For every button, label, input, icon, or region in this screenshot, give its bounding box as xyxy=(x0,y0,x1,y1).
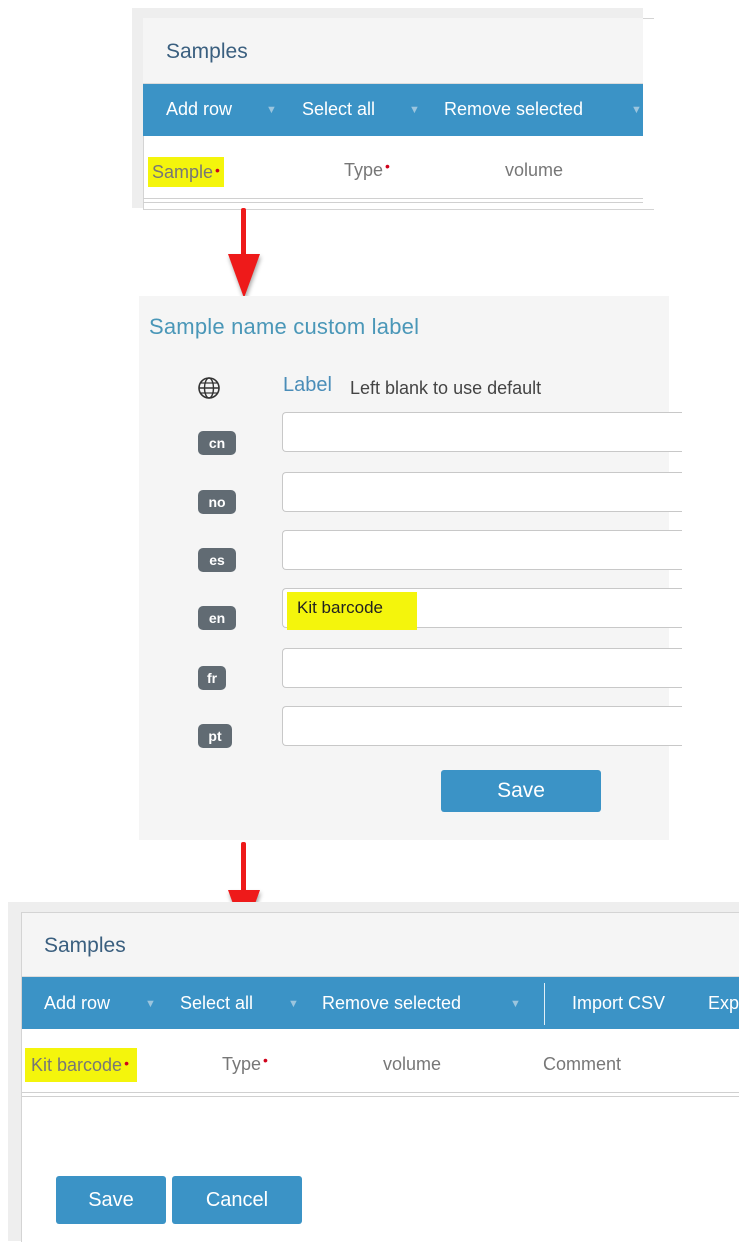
remove-selected-button[interactable]: Remove selected xyxy=(444,99,583,120)
toolbar-separator xyxy=(544,983,545,1025)
lang-badge-es: es xyxy=(198,548,236,572)
lang-badge-pt: pt xyxy=(198,724,232,748)
divider xyxy=(22,1092,739,1093)
divider xyxy=(22,1096,739,1097)
lang-badge-en: en xyxy=(198,606,236,630)
save-button[interactable]: Save xyxy=(56,1176,166,1224)
cancel-button[interactable]: Cancel xyxy=(172,1176,302,1224)
import-csv-button[interactable]: Import CSV xyxy=(572,993,665,1014)
column-header-label: Type xyxy=(222,1054,262,1074)
globe-icon xyxy=(198,377,220,399)
select-all-button[interactable]: Select all xyxy=(302,99,375,120)
required-marker: • xyxy=(124,1055,129,1071)
label-input-fr[interactable] xyxy=(282,648,682,688)
required-marker: • xyxy=(215,162,220,178)
chevron-down-icon[interactable]: ▼ xyxy=(288,998,299,1010)
column-header-label: Kit barcode xyxy=(31,1055,123,1075)
label-input-en[interactable] xyxy=(282,588,682,628)
remove-selected-button[interactable]: Remove selected xyxy=(322,993,461,1014)
panel-title: Samples xyxy=(44,934,126,957)
panel-title: Samples xyxy=(166,40,248,63)
add-row-button[interactable]: Add row xyxy=(44,993,110,1014)
label-input-es[interactable] xyxy=(282,530,682,570)
divider xyxy=(143,202,643,203)
column-header-volume: volume xyxy=(383,1054,442,1074)
chevron-down-icon[interactable]: ▼ xyxy=(510,998,521,1010)
chevron-down-icon[interactable]: ▼ xyxy=(631,104,642,116)
required-marker: • xyxy=(263,1052,268,1068)
select-all-button[interactable]: Select all xyxy=(180,993,253,1014)
column-header-type: Type • xyxy=(222,1052,268,1075)
export-button[interactable]: Exp xyxy=(708,993,739,1014)
chevron-down-icon[interactable]: ▼ xyxy=(266,104,277,116)
arrow-down-icon xyxy=(241,208,246,258)
column-header-label: Sample xyxy=(152,162,214,182)
label-input-cn[interactable] xyxy=(282,412,682,452)
label-input-pt[interactable] xyxy=(282,706,682,746)
chevron-down-icon[interactable]: ▼ xyxy=(145,998,156,1010)
chevron-down-icon[interactable]: ▼ xyxy=(409,104,420,116)
arrow-down-icon xyxy=(241,842,246,894)
column-header-comment: Comment xyxy=(543,1054,622,1074)
lang-badge-cn: cn xyxy=(198,431,236,455)
arrow-head-icon xyxy=(228,254,260,298)
lang-badge-fr: fr xyxy=(198,666,226,690)
label-heading: Label xyxy=(283,374,332,396)
column-header-sample: Sample • xyxy=(148,157,224,187)
label-input-no[interactable] xyxy=(282,472,682,512)
column-header-kit-barcode: Kit barcode • xyxy=(25,1048,137,1082)
save-button[interactable]: Save xyxy=(441,770,601,812)
lang-badge-no: no xyxy=(198,490,236,514)
add-row-button[interactable]: Add row xyxy=(166,99,232,120)
column-header-type: Type • xyxy=(344,158,390,181)
divider xyxy=(143,198,643,199)
label-hint: Left blank to use default xyxy=(350,378,542,398)
required-marker: • xyxy=(385,158,390,174)
samples-panel-header xyxy=(22,913,739,977)
column-header-volume: volume xyxy=(505,160,564,180)
column-header-label: Type xyxy=(344,160,384,180)
dialog-title: Sample name custom label xyxy=(149,314,420,339)
